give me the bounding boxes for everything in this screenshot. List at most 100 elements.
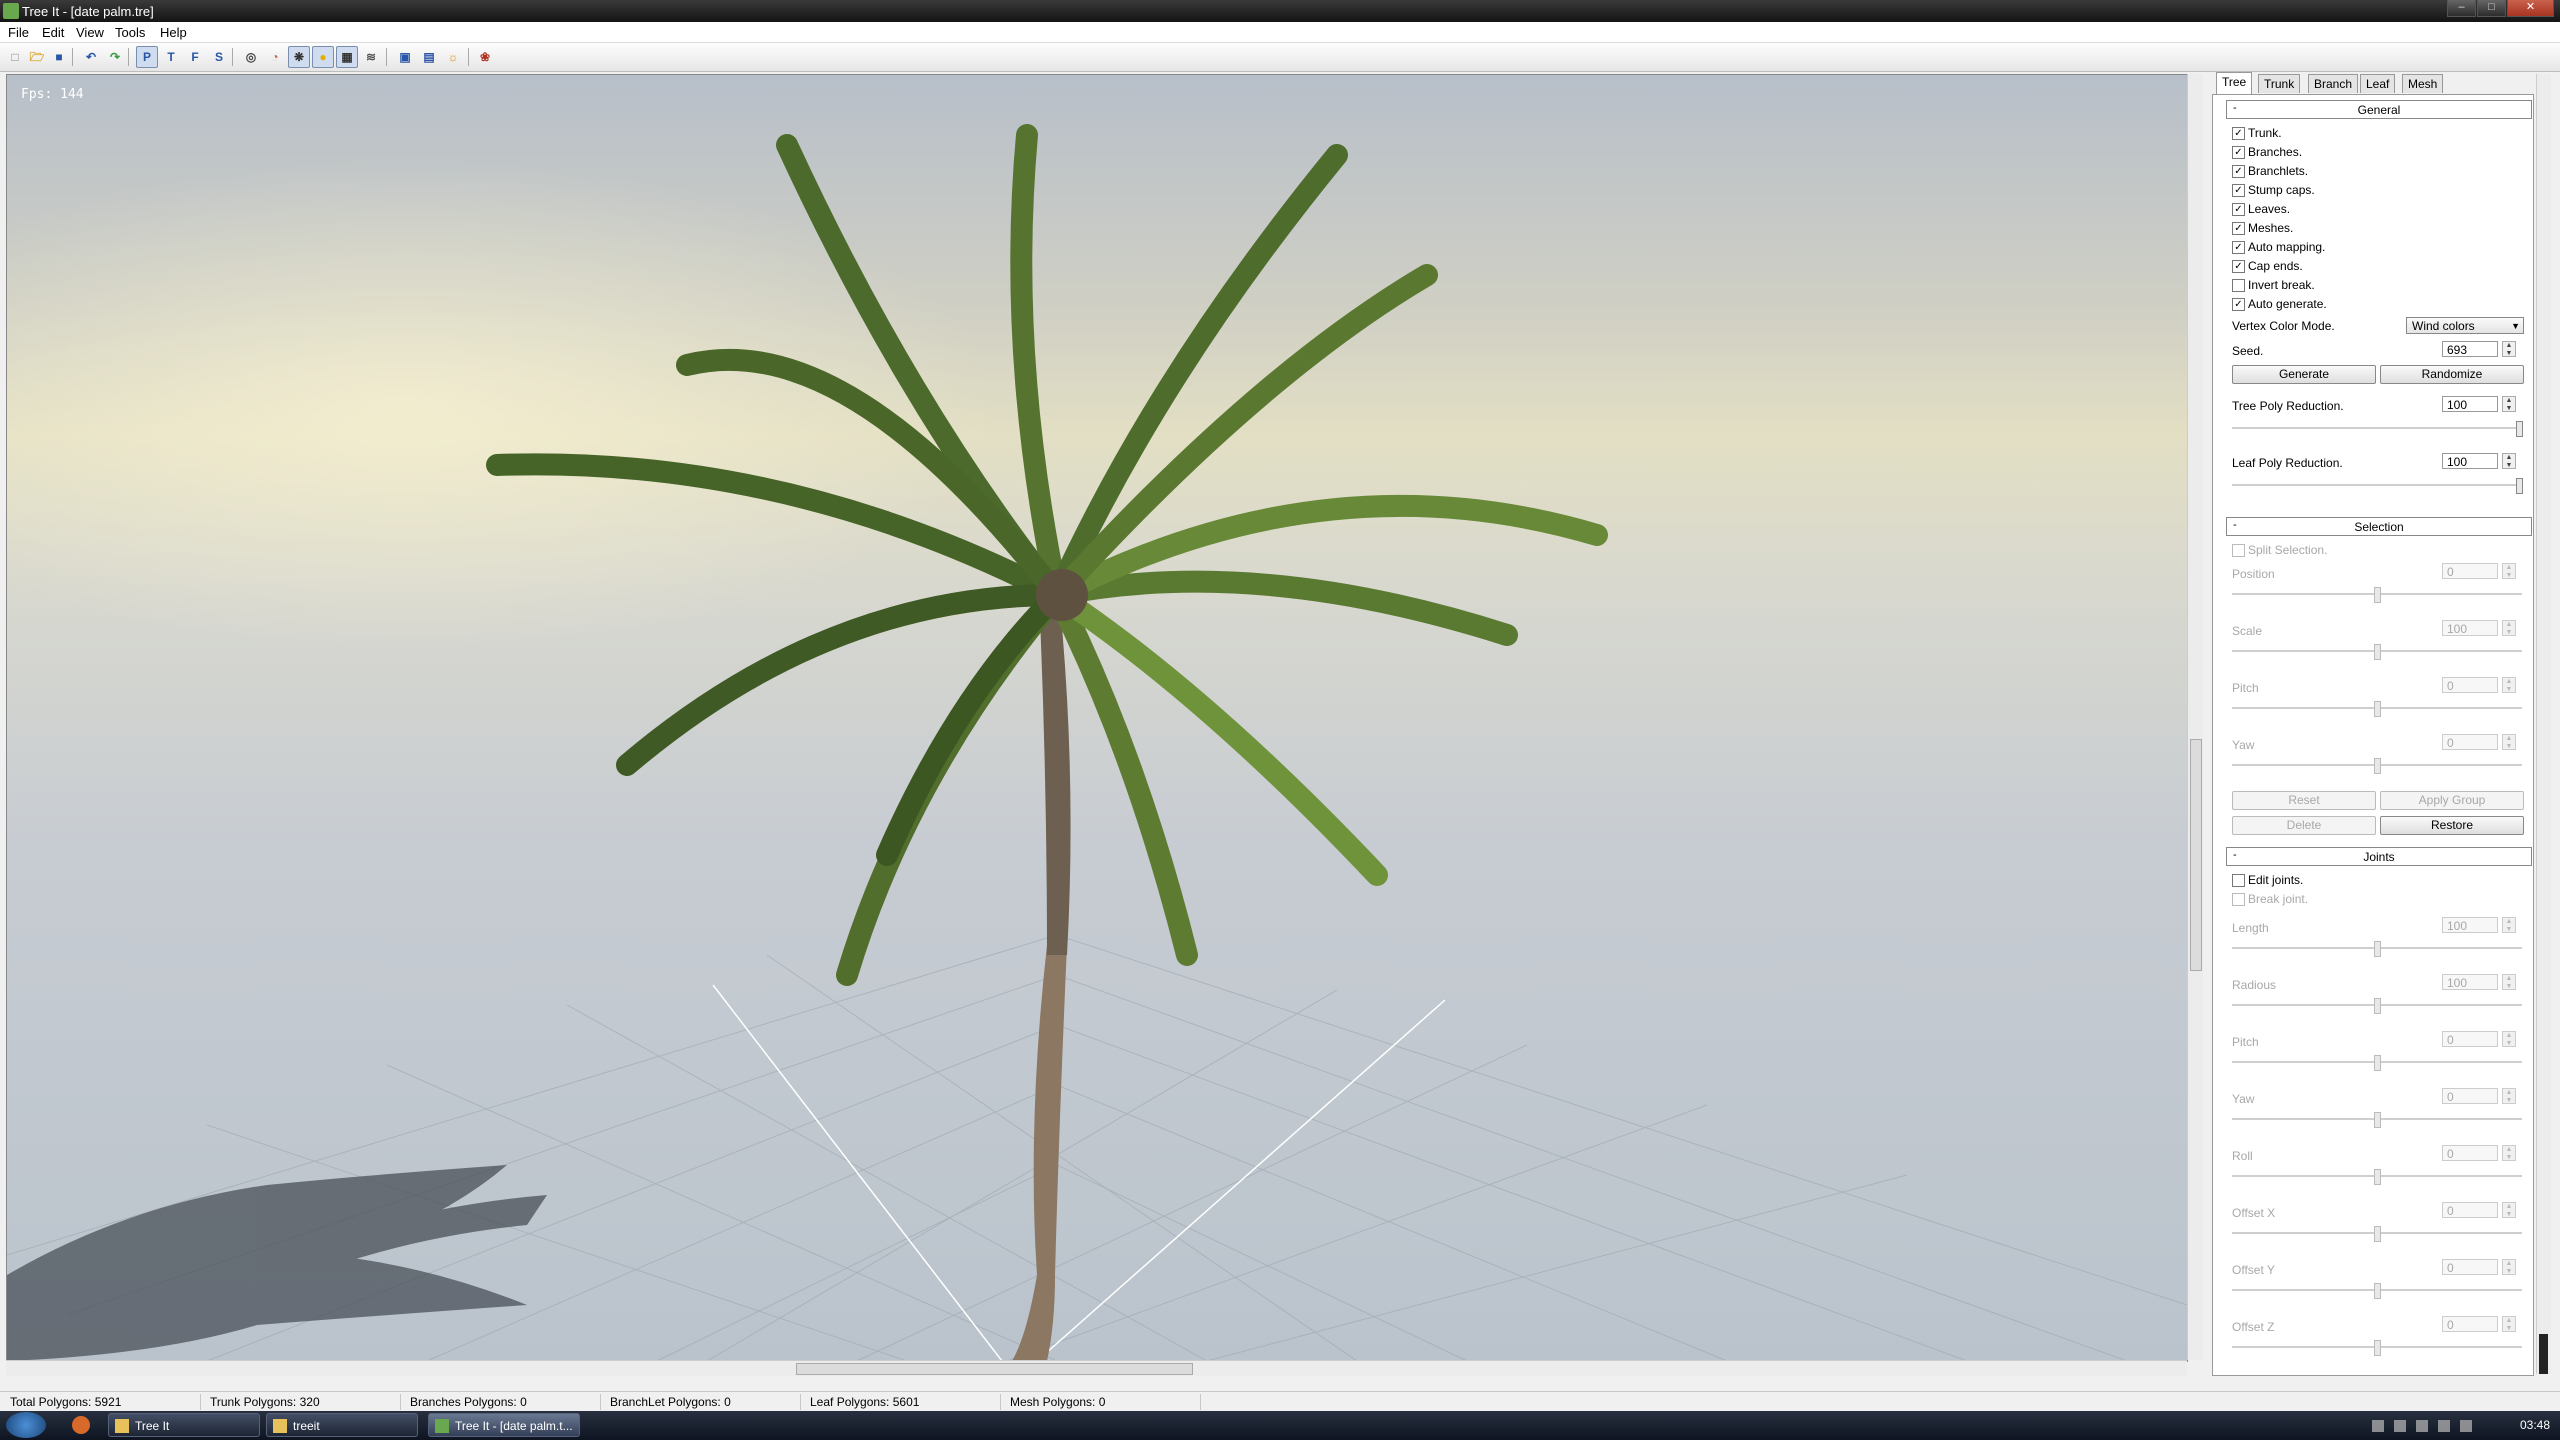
length-spinner[interactable]: ▲ ▼ [2502,917,2516,933]
viewport-horizontal-scroll-thumb[interactable] [796,1363,1193,1375]
selection-group-header[interactable]: - Selection [2226,517,2532,536]
leaf-poly-reduction-input[interactable]: 100 [2442,453,2498,469]
reset-button[interactable]: Reset [2232,791,2376,810]
menu-tools[interactable]: Tools [115,25,145,40]
tab-mesh[interactable]: Mesh [2402,74,2444,93]
joint-yaw-input[interactable]: 0 [2442,1088,2498,1104]
menu-file[interactable]: File [8,25,29,40]
offset-y-slider[interactable] [2232,1283,2522,1299]
delete-button[interactable]: Delete [2232,816,2376,835]
randomize-button[interactable]: Randomize [2380,365,2524,384]
scale-input[interactable]: 100 [2442,620,2498,636]
radious-input[interactable]: 100 [2442,974,2498,990]
roll-spinner[interactable]: ▲ ▼ [2502,1145,2516,1161]
menu-view[interactable]: View [76,25,104,40]
taskbar-item-tree-it[interactable]: Tree It [108,1413,260,1437]
tree-poly-reduction-spinner[interactable]: ▲ ▼ [2502,396,2516,412]
tray-arrow-icon[interactable] [2372,1420,2384,1432]
clock[interactable]: 03:48 [2520,1418,2550,1432]
offset-z-input[interactable]: 0 [2442,1316,2498,1332]
new-file-icon[interactable]: □ [4,46,26,68]
screenshot-icon[interactable]: ▤ [418,46,440,68]
selection-pitch-input[interactable]: 0 [2442,677,2498,693]
radious-spinner[interactable]: ▲ ▼ [2502,974,2516,990]
undo-icon[interactable]: ↶ [80,46,102,68]
side-view-button[interactable]: S [208,46,230,68]
volume-icon[interactable] [2438,1420,2450,1432]
menu-help[interactable]: Help [160,25,187,40]
zoom-extents-icon[interactable]: ▣ [394,46,416,68]
close-button[interactable]: ✕ [2507,0,2554,17]
tree-it-logo-icon[interactable]: ❀ [474,46,496,68]
start-button[interactable] [6,1412,46,1438]
leaf-poly-reduction-spinner[interactable]: ▲ ▼ [2502,453,2516,469]
joint-pitch-spinner[interactable]: ▲ ▼ [2502,1031,2516,1047]
viewport-vertical-scrollbar[interactable] [2187,74,2203,1360]
offset-z-slider[interactable] [2232,1340,2522,1356]
seed-input[interactable]: 693 [2442,341,2498,357]
offset-x-slider[interactable] [2232,1226,2522,1242]
open-folder-icon[interactable]: 🗁 [26,46,48,68]
slider-thumb[interactable] [2516,478,2523,494]
panel-scroll-thumb[interactable] [2539,1334,2548,1374]
tab-leaf[interactable]: Leaf [2360,74,2396,93]
leaf-poly-reduction-slider[interactable] [2232,478,2523,494]
length-input[interactable]: 100 [2442,917,2498,933]
save-icon[interactable]: ■ [48,46,70,68]
radious-slider[interactable] [2232,998,2522,1014]
wireframe-sphere-icon[interactable]: ◎ [240,46,262,68]
selection-pitch-spinner[interactable]: ▲ ▼ [2502,677,2516,693]
vertex-color-mode-select[interactable]: Wind colors ▼ [2406,317,2524,334]
joint-yaw-slider[interactable] [2232,1112,2522,1128]
tab-branch[interactable]: Branch [2308,74,2359,93]
viewport-horizontal-scrollbar[interactable] [6,1360,2187,1376]
scale-spinner[interactable]: ▲ ▼ [2502,620,2516,636]
generate-button[interactable]: Generate [2232,365,2376,384]
position-slider[interactable] [2232,587,2522,603]
offset-x-input[interactable]: 0 [2442,1202,2498,1218]
selection-yaw-input[interactable]: 0 [2442,734,2498,750]
sun-icon[interactable]: ☼ [442,46,464,68]
joint-pitch-slider[interactable] [2232,1055,2522,1071]
offset-y-spinner[interactable]: ▲ ▼ [2502,1259,2516,1275]
wind-icon[interactable]: ≋ [360,46,382,68]
action-center-icon[interactable] [2394,1420,2406,1432]
position-input[interactable]: 0 [2442,563,2498,579]
length-slider[interactable] [2232,941,2522,957]
restore-button[interactable]: Restore [2380,816,2524,835]
offset-y-input[interactable]: 0 [2442,1259,2498,1275]
taskbar-item-treeit[interactable]: treeit [266,1413,418,1437]
viewport-vertical-scroll-thumb[interactable] [2190,739,2202,971]
position-spinner[interactable]: ▲ ▼ [2502,563,2516,579]
minimize-button[interactable]: – [2447,0,2476,17]
color-wheel-icon[interactable]: ◔ [264,46,286,68]
offset-x-spinner[interactable]: ▲ ▼ [2502,1202,2516,1218]
maximize-button[interactable]: □ [2477,0,2506,17]
roll-input[interactable]: 0 [2442,1145,2498,1161]
seed-spinner[interactable]: ▲ ▼ [2502,341,2516,357]
firefox-icon[interactable] [72,1416,90,1434]
selection-pitch-slider[interactable] [2232,701,2522,717]
scale-slider[interactable] [2232,644,2522,660]
apply-group-button[interactable]: Apply Group [2380,791,2524,810]
tree-poly-reduction-input[interactable]: 100 [2442,396,2498,412]
menu-edit[interactable]: Edit [42,25,64,40]
top-view-button[interactable]: T [160,46,182,68]
front-view-button[interactable]: F [184,46,206,68]
selection-yaw-spinner[interactable]: ▲ ▼ [2502,734,2516,750]
language-icon[interactable] [2460,1420,2472,1432]
perspective-view-button[interactable]: P [136,46,158,68]
taskbar-item-tree-it-window[interactable]: Tree It - [date palm.t... [428,1413,580,1437]
joints-group-header[interactable]: - Joints [2226,847,2532,866]
network-icon[interactable] [2416,1420,2428,1432]
joint-pitch-input[interactable]: 0 [2442,1031,2498,1047]
offset-z-spinner[interactable]: ▲ ▼ [2502,1316,2516,1332]
light-bulb-icon[interactable]: ● [312,46,334,68]
tab-tree[interactable]: Tree [2216,72,2253,94]
selection-yaw-slider[interactable] [2232,758,2522,774]
panel-scrollbar[interactable] [2536,74,2551,1374]
joint-yaw-spinner[interactable]: ▲ ▼ [2502,1088,2516,1104]
tab-trunk[interactable]: Trunk [2258,74,2301,93]
texture-grid-icon[interactable]: ❋ [288,46,310,68]
tree-poly-reduction-slider[interactable] [2232,421,2523,437]
